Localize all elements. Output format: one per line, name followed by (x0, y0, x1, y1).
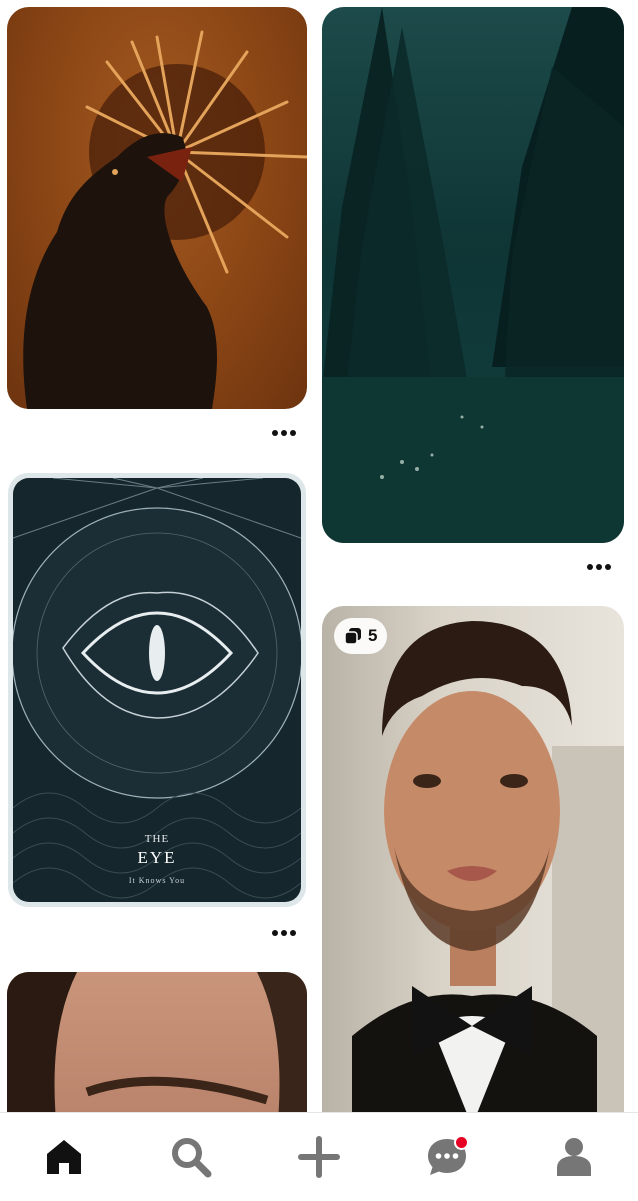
bottom-tab-bar (0, 1112, 638, 1201)
tab-create[interactable] (289, 1127, 349, 1187)
face-closeup-image (7, 972, 307, 1112)
wolf-illustration (23, 30, 307, 409)
profile-icon (557, 1138, 592, 1176)
tab-profile[interactable] (544, 1127, 604, 1187)
dot-icon (290, 430, 296, 436)
dot-icon (272, 430, 278, 436)
search-icon (172, 1138, 212, 1178)
tab-home[interactable] (34, 1127, 94, 1187)
pin-forest-more-button[interactable] (581, 557, 617, 577)
dot-icon (596, 564, 602, 570)
board-count-badge: 5 (334, 618, 388, 654)
tab-messages[interactable] (417, 1127, 477, 1187)
plus-icon (297, 1136, 340, 1178)
pin-eye-more-button[interactable] (266, 923, 302, 943)
pin-forest-photo[interactable] (322, 7, 624, 543)
dot-icon (272, 930, 278, 936)
pin-face-photo[interactable] (7, 972, 307, 1112)
pin-wolf-artwork[interactable] (7, 7, 307, 409)
tab-search[interactable] (161, 1127, 221, 1187)
tarot-card: THE EYE It Knows You (13, 478, 301, 902)
stack-icon (344, 628, 361, 645)
dot-icon (281, 430, 287, 436)
dot-icon (587, 564, 593, 570)
pin-eye-card[interactable]: THE EYE It Knows You (8, 473, 306, 907)
dot-icon (290, 930, 296, 936)
pin-feed: THE EYE It Knows You 5 (0, 0, 638, 1112)
dot-icon (605, 564, 611, 570)
man-portrait-image (352, 621, 624, 1112)
card-subtitle: It Knows You (128, 876, 186, 885)
dot-icon (281, 930, 287, 936)
notification-dot (453, 1135, 469, 1150)
pin-wolf-more-button[interactable] (266, 423, 302, 443)
pin-man-photo[interactable] (322, 606, 624, 1112)
forest-image (322, 7, 624, 543)
card-title-small: THE (144, 833, 170, 845)
home-icon (46, 1140, 81, 1174)
board-count: 5 (368, 626, 378, 645)
card-title: EYE (137, 848, 177, 867)
